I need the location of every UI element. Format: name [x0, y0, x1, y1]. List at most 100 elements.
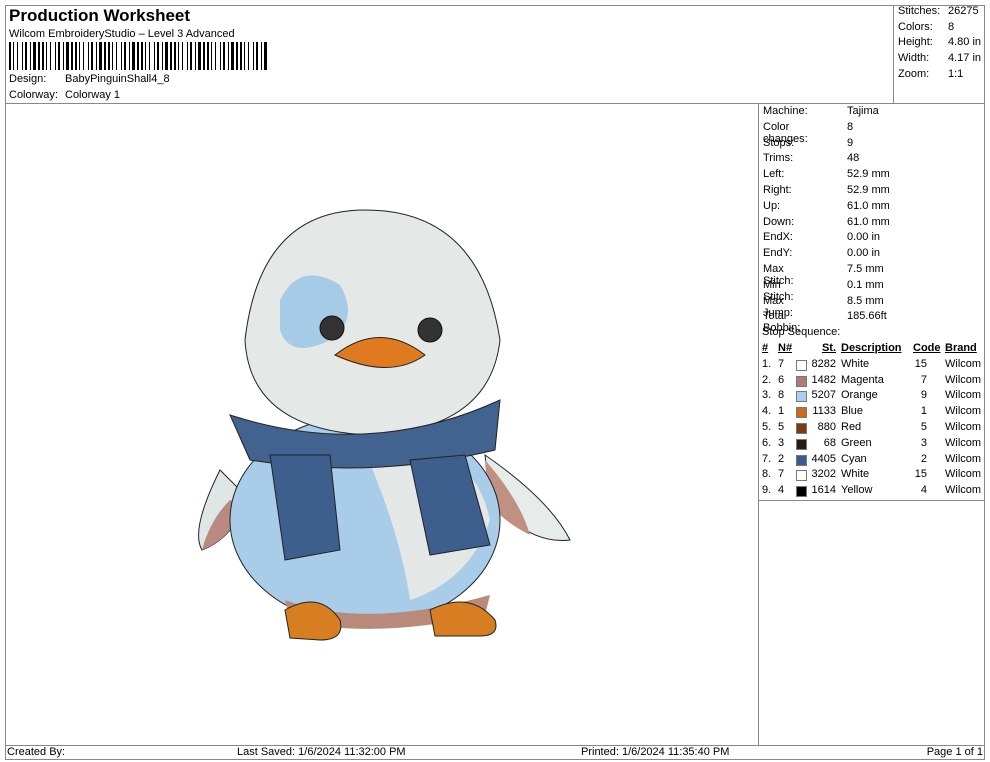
col-description: Description: [841, 342, 902, 354]
stat-value: 4.80 in: [948, 36, 982, 49]
table-row: 1. 7 8282 White 15 Wilcom: [762, 358, 984, 374]
barcode: [9, 42, 267, 70]
row-index: 5.: [762, 420, 772, 433]
row-code: 1: [920, 405, 927, 418]
row-index: 4.: [762, 405, 772, 418]
row-description: Orange: [841, 389, 878, 402]
row-code: 9: [920, 389, 927, 402]
stat-value: 26275: [948, 5, 979, 17]
row-needle: 2: [778, 452, 785, 465]
col-stitches: St.: [821, 342, 836, 354]
row-brand: Wilcom: [945, 452, 982, 465]
table-row: 6. 3 68 Green 3 Wilcom: [762, 437, 984, 453]
stat-label: Zoom:: [898, 67, 930, 80]
page-number: Page 1 of 1: [926, 746, 983, 758]
row-needle: 7: [778, 468, 785, 481]
table-row: 9. 4 1614 Yellow 4 Wilcom: [762, 484, 984, 500]
row-stitches: 5207: [811, 389, 836, 402]
color-swatch: [796, 375, 807, 387]
table-row: 8. 7 3202 White 15 Wilcom: [762, 468, 984, 484]
row-code: 5: [920, 420, 927, 433]
machine-value: 48: [847, 152, 860, 165]
software-subtitle: Wilcom EmbroideryStudio – Level 3 Advanc…: [9, 28, 235, 40]
color-swatch: [796, 407, 807, 419]
row-brand: Wilcom: [945, 389, 982, 402]
created-by: Created By:: [7, 746, 66, 758]
row-stitches: 1133: [812, 405, 836, 418]
stat-label: Stitches:: [898, 5, 941, 17]
machine-label: EndX:: [763, 231, 793, 244]
color-swatch: [796, 422, 807, 434]
row-code: 15: [914, 468, 927, 481]
row-stitches: 880: [817, 420, 836, 433]
colorway-name: Colorway 1: [65, 89, 121, 101]
machine-value: 52.9 mm: [847, 184, 890, 196]
row-stitches: 4405: [811, 452, 836, 465]
row-index: 2.: [762, 373, 772, 386]
row-index: 9.: [762, 484, 772, 497]
stat-label: Colors:: [898, 20, 933, 33]
row-description: Yellow: [841, 484, 873, 497]
table-divider: [758, 500, 985, 501]
stat-value: 1:1: [948, 67, 964, 80]
machine-value: 7.5 mm: [847, 263, 884, 275]
machine-label: Stops:: [763, 136, 795, 149]
row-brand: Wilcom: [945, 373, 982, 386]
row-needle: 3: [778, 436, 785, 449]
printed-date: Printed: 1/6/2024 11:35:40 PM: [581, 746, 730, 758]
stat-value: 4.17 in: [948, 52, 982, 65]
stop-sequence-table: # N# St. Description Code Brand 1. 7 828…: [762, 342, 984, 500]
row-index: 8.: [762, 468, 772, 481]
col-code: Code: [913, 342, 941, 354]
design-label: Design:: [9, 73, 47, 85]
row-needle: 6: [778, 373, 785, 386]
col-index: #: [762, 342, 769, 354]
machine-value: 0.1 mm: [847, 278, 884, 291]
machine-label: Right:: [763, 184, 792, 196]
row-brand: Wilcom: [945, 420, 982, 433]
row-index: 1.: [762, 357, 772, 370]
row-stitches: 68: [823, 436, 836, 449]
table-row: 5. 5 880 Red 5 Wilcom: [762, 421, 984, 437]
machine-label: Left:: [763, 168, 785, 181]
row-needle: 4: [778, 484, 785, 497]
machine-value: 9: [847, 136, 854, 149]
color-swatch: [796, 438, 807, 450]
row-brand: Wilcom: [945, 436, 982, 449]
col-needle: N#: [778, 342, 793, 354]
footer: Created By: Last Saved: 1/6/2024 11:32:0…: [5, 745, 985, 760]
machine-value: Tajima: [847, 105, 879, 117]
table-row: 7. 2 4405 Cyan 2 Wilcom: [762, 453, 984, 469]
last-saved: Last Saved: 1/6/2024 11:32:00 PM: [237, 746, 406, 758]
row-stitches: 1614: [811, 484, 836, 497]
color-swatch: [796, 391, 807, 403]
machine-value: 185.66ft: [847, 310, 887, 323]
row-stitches: 8282: [811, 357, 836, 370]
color-swatch: [796, 486, 807, 498]
row-needle: 8: [778, 389, 785, 402]
machine-value: 61.0 mm: [847, 199, 890, 212]
row-index: 6.: [762, 436, 772, 449]
row-needle: 7: [778, 357, 785, 370]
row-brand: Wilcom: [945, 405, 982, 418]
machine-value: 8: [847, 120, 854, 133]
table-header: # N# St. Description Code Brand: [762, 342, 984, 358]
machine-value: 0.00 in: [847, 247, 881, 260]
row-stitches: 1482: [811, 373, 836, 386]
row-index: 7.: [762, 452, 772, 465]
row-brand: Wilcom: [945, 484, 982, 497]
row-code: 3: [920, 436, 927, 449]
design-name: BabyPinguinShall4_8: [65, 73, 170, 85]
machine-label: Down:: [763, 215, 795, 228]
colorway-label: Colorway:: [9, 89, 58, 101]
row-description: Red: [841, 420, 862, 433]
row-description: Cyan: [841, 452, 867, 465]
stop-sequence-title: Stop Sequence:: [762, 326, 841, 338]
table-row: 4. 1 1133 Blue 1 Wilcom: [762, 405, 984, 421]
row-description: White: [841, 357, 870, 370]
row-description: Blue: [841, 405, 864, 418]
machine-label: Up:: [763, 199, 781, 212]
stat-label: Width:: [898, 52, 930, 65]
machine-value: 61.0 mm: [847, 215, 890, 228]
color-swatch: [796, 454, 807, 466]
